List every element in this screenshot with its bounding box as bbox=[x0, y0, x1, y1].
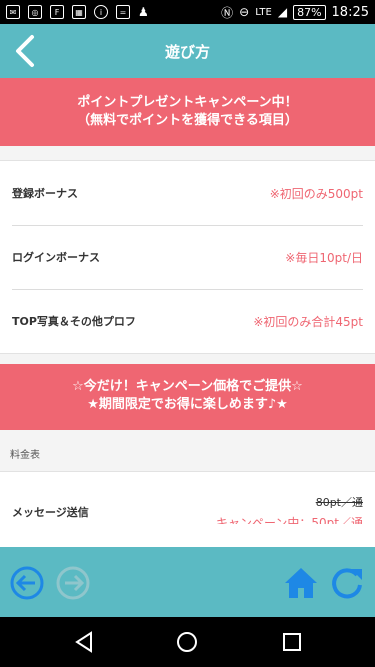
info-icon: i bbox=[94, 5, 108, 19]
dnd-icon: ⊖ bbox=[239, 5, 250, 19]
nav-home-icon[interactable] bbox=[175, 630, 199, 654]
clock: 18:25 bbox=[331, 4, 369, 20]
bonus-list: 登録ボーナス ※初回のみ500pt ログインボーナス ※毎日10pt/日 TOP… bbox=[0, 160, 375, 354]
home-icon[interactable] bbox=[283, 565, 319, 601]
nav-recents-icon[interactable] bbox=[280, 630, 304, 654]
reload-icon[interactable] bbox=[329, 565, 365, 601]
app-icon: ▦ bbox=[72, 5, 86, 19]
price-label: メッセージ送信 bbox=[12, 506, 89, 519]
nav-back-icon[interactable] bbox=[72, 630, 96, 654]
lte-label: LTE bbox=[255, 6, 272, 18]
content-area[interactable]: ポイントプレゼントキャンペーン中！ （無料でポイントを獲得できる項目） 登録ボー… bbox=[0, 78, 375, 524]
status-bar: ✉ ◎ F ▦ i = ♟ Ⓝ ⊖ LTE ◢ 87% 18:25 bbox=[0, 0, 375, 24]
list-item: 登録ボーナス ※初回のみ500pt bbox=[0, 161, 375, 225]
app-header: 遊び方 bbox=[0, 24, 375, 78]
promo-banner-line2: （無料でポイントを獲得できる項目） bbox=[77, 113, 298, 128]
notification-icon: ✉ bbox=[6, 5, 20, 19]
campaign-banner: ☆今だけ！キャンペーン価格でご提供☆ ★期間限定でお得に楽しめます♪★ bbox=[0, 364, 375, 430]
bonus-label: TOP写真＆その他プロフ bbox=[12, 315, 136, 328]
signal-icon: ◢ bbox=[277, 5, 288, 19]
pricing-section-label: 料金表 bbox=[0, 430, 375, 471]
bonus-value: ※初回のみ500pt bbox=[269, 186, 363, 201]
forward-circle-icon[interactable] bbox=[55, 565, 91, 601]
battery-indicator: 87% bbox=[293, 4, 326, 20]
wifi-call-icon: ◎ bbox=[28, 5, 42, 19]
price-row: メッセージ送信 80pt／通 キャンペーン中：50pt／通 bbox=[0, 471, 375, 524]
back-arrow-icon[interactable] bbox=[10, 34, 40, 68]
fc-icon: F bbox=[50, 5, 64, 19]
bonus-value: ※毎日10pt/日 bbox=[285, 250, 363, 265]
figure-icon: ♟ bbox=[138, 5, 149, 19]
promo-banner: ポイントプレゼントキャンペーン中！ （無料でポイントを獲得できる項目） bbox=[0, 78, 375, 146]
system-nav-bar bbox=[0, 617, 375, 667]
campaign-banner-line2: ★期間限定でお得に楽しめます♪★ bbox=[87, 397, 288, 412]
browser-toolbar bbox=[0, 547, 375, 617]
campaign-price: キャンペーン中：50pt／通 bbox=[216, 516, 363, 524]
back-circle-icon[interactable] bbox=[9, 565, 45, 601]
bonus-label: ログインボーナス bbox=[12, 251, 100, 264]
campaign-banner-line1: ☆今だけ！キャンペーン価格でご提供☆ bbox=[72, 379, 303, 394]
bonus-value: ※初回のみ合計45pt bbox=[253, 314, 363, 329]
message-icon: = bbox=[116, 5, 130, 19]
list-item: TOP写真＆その他プロフ ※初回のみ合計45pt bbox=[0, 289, 375, 353]
bonus-label: 登録ボーナス bbox=[12, 187, 78, 200]
old-price: 80pt／通 bbox=[315, 496, 363, 509]
list-item: ログインボーナス ※毎日10pt/日 bbox=[0, 225, 375, 289]
nfc-icon: Ⓝ bbox=[221, 5, 234, 20]
promo-banner-line1: ポイントプレゼントキャンペーン中！ bbox=[77, 95, 298, 110]
page-title: 遊び方 bbox=[164, 42, 210, 61]
